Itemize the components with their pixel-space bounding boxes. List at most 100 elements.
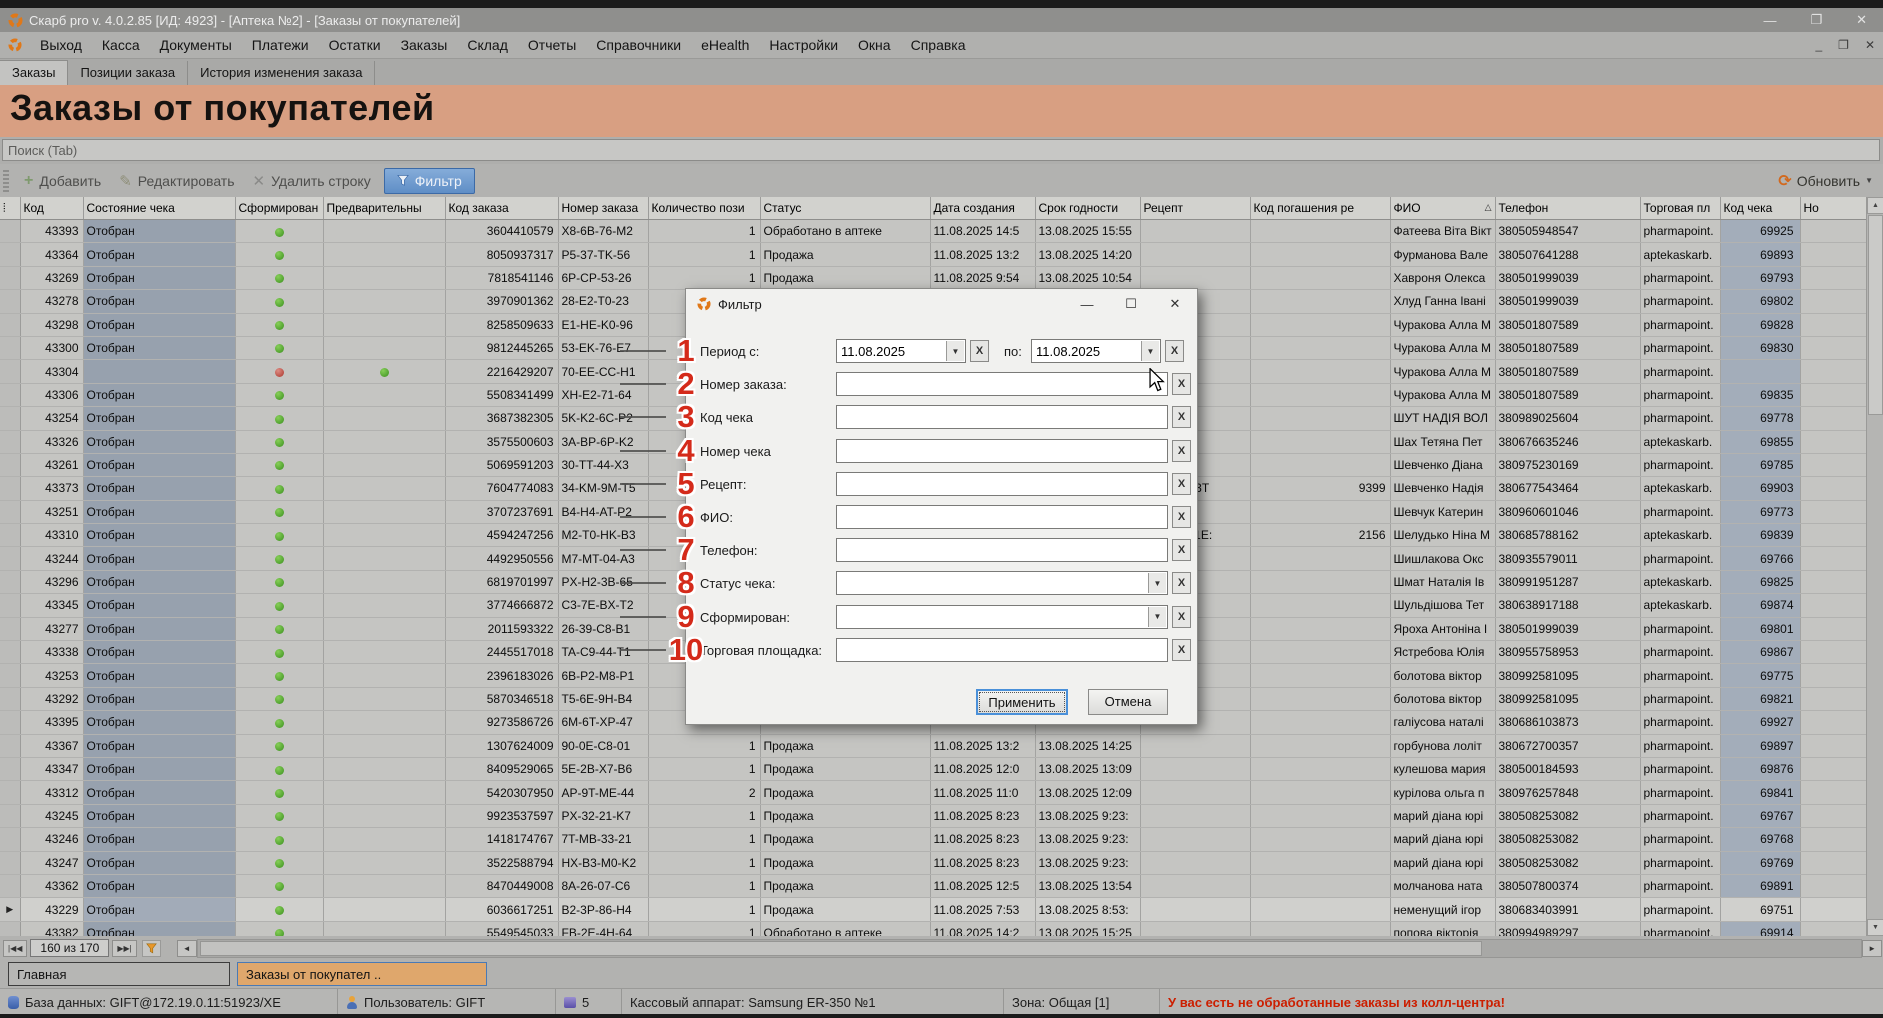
dialog-close-button[interactable]: ✕ [1153, 296, 1197, 312]
last-page-button[interactable]: ▶▶| [112, 940, 136, 957]
column-header[interactable]: Состояние чека [83, 197, 235, 220]
toolbar-drag-handle[interactable] [3, 170, 9, 192]
vertical-scrollbar[interactable]: ▲ ▼ [1866, 197, 1883, 936]
table-row[interactable]: 43247Отобран3522588794HX-B3-M0-K21Продаж… [0, 851, 1866, 874]
table-row[interactable]: 43362Отобран84704490088A-26-07-C61Продаж… [0, 874, 1866, 897]
table-row[interactable]: 43269Отобран78185411466P-CP-53-261Продаж… [0, 266, 1866, 289]
vertical-scroll-thumb[interactable] [1868, 215, 1883, 415]
filter-text-input[interactable] [836, 439, 1168, 463]
apply-button[interactable]: Применить [976, 689, 1068, 715]
horizontal-scroll-thumb[interactable] [200, 941, 1482, 956]
filter-combo-input[interactable]: ▼ [836, 605, 1168, 629]
mdi-close-button[interactable]: ✕ [1865, 38, 1875, 52]
period-to-input[interactable]: 11.08.2025▼ [1031, 339, 1161, 363]
mdi-restore-button[interactable]: ❐ [1838, 38, 1849, 52]
column-header[interactable]: Количество пози [648, 197, 760, 220]
delete-row-button[interactable]: ✕ Удалить строку [244, 168, 380, 194]
menu-item[interactable]: Склад [457, 34, 518, 56]
cancel-button[interactable]: Отмена [1088, 689, 1168, 715]
column-header[interactable]: Код погашения ре [1250, 197, 1390, 220]
column-header[interactable]: Статус [760, 197, 930, 220]
tab[interactable]: Позиции заказа [68, 61, 188, 85]
column-header[interactable]: Срок годности [1035, 197, 1140, 220]
clear-button[interactable]: X [970, 340, 989, 362]
filter-text-input[interactable] [836, 505, 1168, 529]
column-header[interactable]: Код заказа [445, 197, 558, 220]
table-row[interactable]: ▶43229Отобран6036617251B2-3P-86-H41Прода… [0, 898, 1866, 921]
column-header[interactable]: Сформирован [235, 197, 323, 220]
clear-button[interactable]: X [1172, 539, 1191, 561]
menu-item[interactable]: eHealth [691, 34, 759, 56]
clear-button[interactable]: X [1172, 473, 1191, 495]
maximize-button[interactable]: ❐ [1810, 12, 1822, 28]
clear-button[interactable]: X [1165, 340, 1184, 362]
minimize-button[interactable]: — [1763, 13, 1776, 28]
table-row[interactable]: 43312Отобран5420307950AP-9T-ME-442Продаж… [0, 781, 1866, 804]
clear-button[interactable]: X [1172, 373, 1191, 395]
clear-button[interactable]: X [1172, 440, 1191, 462]
column-header[interactable]: Код чека [1720, 197, 1800, 220]
filter-indicator-icon[interactable] [142, 940, 161, 957]
menu-item[interactable]: Настройки [759, 34, 848, 56]
column-header[interactable]: ФИО△ [1390, 197, 1495, 220]
column-header[interactable]: Дата создания [930, 197, 1035, 220]
filter-combo-input[interactable]: ▼ [836, 571, 1168, 595]
menu-item[interactable]: Выход [30, 34, 92, 56]
tab[interactable]: История изменения заказа [188, 61, 375, 85]
column-header[interactable]: Номер заказа [558, 197, 648, 220]
edit-button[interactable]: ✎ Редактировать [110, 168, 243, 194]
clear-button[interactable]: X [1172, 506, 1191, 528]
dropdown-arrow-icon[interactable]: ▼ [1148, 607, 1166, 627]
column-header[interactable]: Код [20, 197, 83, 220]
menu-item[interactable]: Касса [92, 34, 150, 56]
scroll-down-button[interactable]: ▼ [1867, 919, 1883, 936]
first-page-button[interactable]: |◀◀ [3, 940, 27, 957]
table-row[interactable]: 43347Отобран84095290655E-2B-X7-B61Продаж… [0, 757, 1866, 780]
table-row[interactable]: 43367Отобран130762400990-0E-C8-011Продаж… [0, 734, 1866, 757]
menu-item[interactable]: Справка [901, 34, 976, 56]
scroll-left-button[interactable]: ◄ [177, 940, 197, 957]
menu-item[interactable]: Платежи [242, 34, 319, 56]
table-row[interactable]: 43245Отобран9923537597PX-32-21-K71Продаж… [0, 804, 1866, 827]
mdi-minimize-button[interactable]: _ [1815, 38, 1822, 52]
filter-text-input[interactable] [836, 538, 1168, 562]
clear-button[interactable]: X [1172, 572, 1191, 594]
filter-button[interactable]: Фильтр [384, 168, 475, 194]
table-row[interactable]: 43393Отобран3604410579X8-6B-76-M21Обрабо… [0, 220, 1866, 243]
add-button[interactable]: + Добавить [15, 168, 110, 194]
clear-button[interactable]: X [1172, 606, 1191, 628]
column-header[interactable]: Торговая пл [1640, 197, 1720, 220]
tab[interactable]: Заказы [0, 60, 68, 85]
menu-item[interactable]: Справочники [586, 34, 691, 56]
menu-item[interactable]: Окна [848, 34, 901, 56]
column-header[interactable]: Рецепт [1140, 197, 1250, 220]
dropdown-arrow-icon[interactable]: ▼ [946, 341, 964, 361]
search-input[interactable]: Поиск (Tab) [2, 139, 1880, 161]
filter-text-input[interactable] [836, 405, 1168, 429]
column-header[interactable]: Телефон [1495, 197, 1640, 220]
menu-item[interactable]: Остатки [319, 34, 391, 56]
filter-text-input[interactable] [836, 472, 1168, 496]
table-row[interactable]: 43382Отобран5549545033FB-2E-4H-641Обрабо… [0, 921, 1866, 936]
filter-text-input[interactable] [836, 372, 1168, 396]
horizontal-scrollbar[interactable] [197, 939, 1862, 958]
scroll-right-button[interactable]: ► [1862, 940, 1882, 957]
dialog-maximize-button[interactable]: ☐ [1109, 296, 1153, 312]
window-tab-main[interactable]: Главная [8, 962, 230, 986]
column-header[interactable]: Но [1800, 197, 1866, 220]
table-row[interactable]: 43364Отобран8050937317P5-37-TK-561Продаж… [0, 243, 1866, 266]
dropdown-arrow-icon[interactable]: ▼ [1148, 573, 1166, 593]
menu-item[interactable]: Заказы [391, 34, 458, 56]
filter-text-input[interactable] [836, 638, 1168, 662]
scroll-up-button[interactable]: ▲ [1867, 197, 1883, 214]
close-button[interactable]: ✕ [1856, 12, 1867, 28]
menu-item[interactable]: Отчеты [518, 34, 586, 56]
table-row[interactable]: 43246Отобран14181747677T-MB-33-211Продаж… [0, 828, 1866, 851]
clear-button[interactable]: X [1172, 639, 1191, 661]
refresh-button[interactable]: ⟳ Обновить ▼ [1778, 164, 1873, 197]
window-tab-orders[interactable]: Заказы от покупател .. [237, 962, 487, 986]
column-header[interactable]: Предварительны [323, 197, 445, 220]
period-from-input[interactable]: 11.08.2025▼ [836, 339, 966, 363]
dropdown-arrow-icon[interactable]: ▼ [1141, 341, 1159, 361]
menu-item[interactable]: Документы [150, 34, 242, 56]
